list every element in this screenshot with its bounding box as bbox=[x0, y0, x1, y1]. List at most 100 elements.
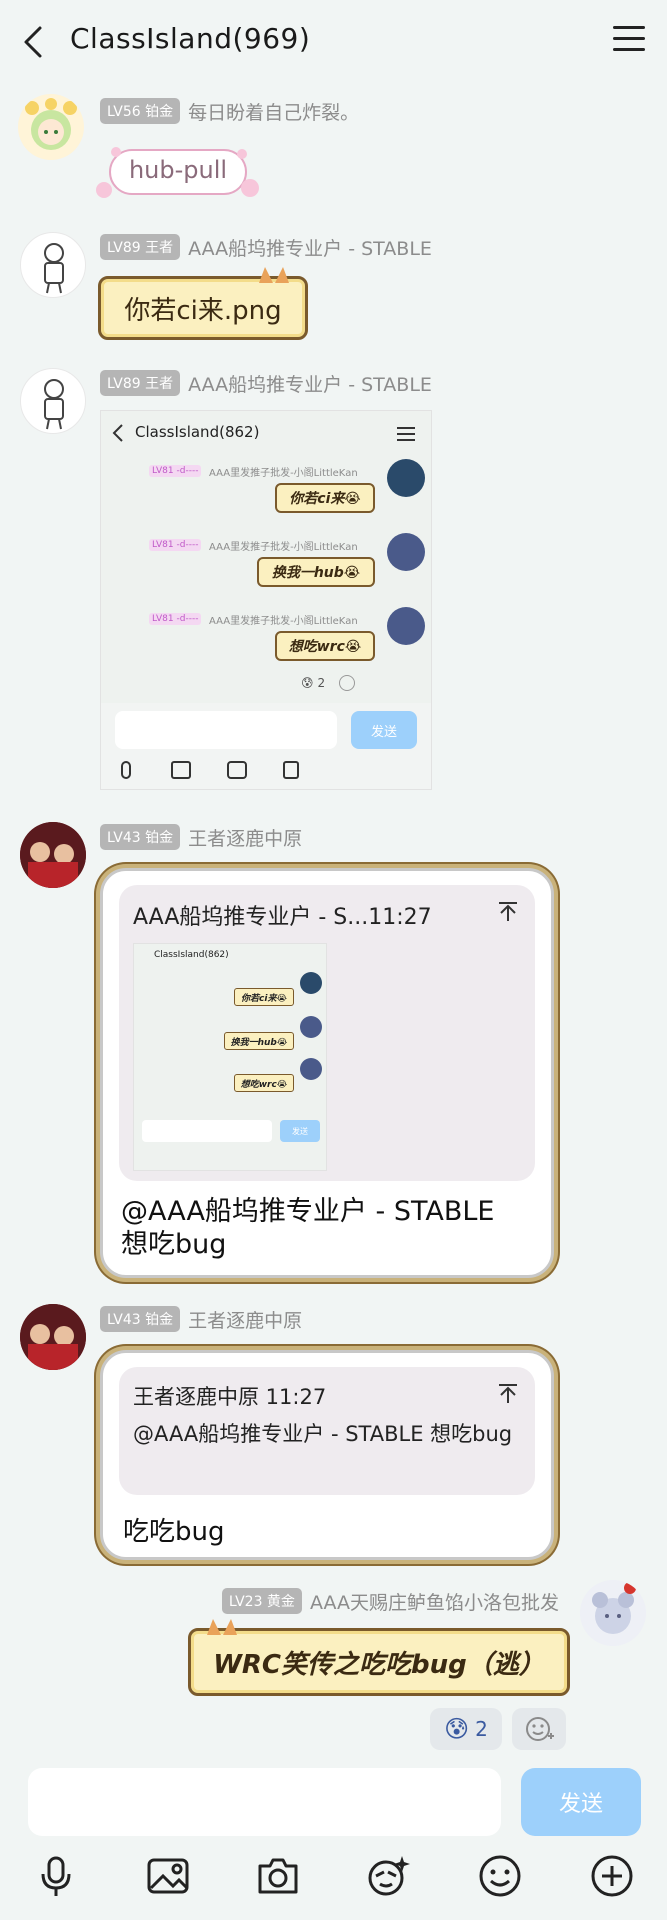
reaction-count: 2 bbox=[475, 1717, 488, 1741]
sender-meta: LV56 铂金 每日盼着自己炸裂。 bbox=[100, 98, 359, 124]
menu-icon bbox=[397, 427, 415, 441]
emoji-icon[interactable] bbox=[476, 1852, 524, 1900]
reply-bubble[interactable]: AAA船坞推专业户 - S...11:27 ClassIsland(862) 你… bbox=[100, 868, 554, 1278]
message-bubble[interactable]: 你若ci来.png bbox=[98, 267, 308, 340]
level-badge: LV89 王者 bbox=[100, 370, 181, 396]
reaction-count: 2 bbox=[317, 676, 326, 690]
message-bubble: 你若ci来😭 bbox=[234, 988, 294, 1006]
level-badge: LV43 铂金 bbox=[100, 1306, 181, 1332]
emoji-icon: 😰 bbox=[301, 676, 314, 690]
message-bubble: 换我一hub😭 bbox=[224, 1032, 294, 1050]
level-badge: LV81 -d---- bbox=[149, 539, 202, 551]
avatar bbox=[387, 607, 425, 645]
level-badge: LV23 黄金 bbox=[221, 1588, 302, 1614]
avatar[interactable] bbox=[18, 94, 84, 160]
input-box bbox=[115, 711, 337, 749]
message-bubble: 你若ci来😭 bbox=[275, 483, 375, 513]
sender-name: AAA里发推子批发-小阁LittleKan bbox=[209, 468, 358, 479]
send-button[interactable]: 发送 bbox=[521, 1768, 641, 1836]
add-reaction-icon bbox=[339, 675, 356, 691]
bubble-text: 你若ci来.png bbox=[124, 295, 282, 326]
plus-icon[interactable] bbox=[588, 1852, 636, 1900]
red-packet-icon bbox=[283, 761, 299, 779]
sender-name: AAA船坞推专业户 - STABLE bbox=[188, 373, 432, 396]
sender-name: AAA天赐庄鲈鱼馅小洛包批发 bbox=[309, 1591, 559, 1614]
jump-to-top-icon[interactable] bbox=[497, 1383, 519, 1405]
camera-icon[interactable] bbox=[254, 1852, 302, 1900]
screenshot-input-bar: 发送 bbox=[101, 703, 431, 789]
reply-bubble[interactable]: 王者逐鹿中原 11:27 @AAA船坞推专业户 - STABLE 想吃bug 吃… bbox=[100, 1350, 554, 1560]
magic-face-icon[interactable] bbox=[364, 1852, 412, 1900]
avatar[interactable] bbox=[20, 368, 86, 434]
quoted-message[interactable]: AAA船坞推专业户 - S...11:27 ClassIsland(862) 你… bbox=[119, 885, 535, 1181]
level-badge: LV81 -d---- bbox=[149, 613, 202, 625]
reply-text: 吃吃bug bbox=[123, 1517, 225, 1547]
bubble-text: WRC笑传之吃吃bug（逃） bbox=[213, 1649, 545, 1680]
avatar bbox=[387, 459, 425, 497]
reply-text: @AAA船坞推专业户 - STABLE 想吃bug bbox=[121, 1196, 495, 1260]
chat-title: ClassIsland(969) bbox=[70, 22, 311, 55]
sticker[interactable]: hub-pull bbox=[92, 144, 264, 204]
avatar bbox=[300, 1016, 322, 1038]
quote-text: @AAA船坞推专业户 - STABLE 想吃bug bbox=[133, 1422, 513, 1446]
quoted-message[interactable]: 王者逐鹿中原 11:27 @AAA船坞推专业户 - STABLE 想吃bug bbox=[119, 1367, 535, 1495]
mic-icon bbox=[121, 761, 131, 779]
fearful-face-icon: 😰 bbox=[444, 1715, 470, 1743]
sender-meta: LV23 黄金 AAA天赐庄鲈鱼馅小洛包批发 bbox=[221, 1588, 559, 1614]
sender-meta: LV43 铂金 王者逐鹿中原 bbox=[100, 824, 302, 850]
cat-ears-icon bbox=[207, 1619, 237, 1635]
sender-name: 每日盼着自己炸裂。 bbox=[188, 101, 360, 124]
back-arrow-icon bbox=[112, 424, 123, 442]
level-badge: LV89 王者 bbox=[100, 234, 181, 260]
send-button: 发送 bbox=[351, 711, 417, 749]
sender-meta: LV89 王者 AAA船坞推专业户 - STABLE bbox=[100, 370, 432, 396]
chat-header: ClassIsland(969) bbox=[0, 0, 667, 84]
quote-header: AAA船坞推专业户 - S...11:27 bbox=[133, 905, 432, 930]
sender-name: 王者逐鹿中原 bbox=[188, 827, 303, 850]
image-icon[interactable] bbox=[144, 1852, 192, 1900]
sender-name: AAA里发推子批发-小阁LittleKan bbox=[209, 542, 358, 553]
screenshot-row: LV81 -d---- AAA里发推子批发-小阁LittleKan 想吃wrc😭 bbox=[101, 607, 431, 671]
sender-meta: LV89 王者 AAA船坞推专业户 - STABLE bbox=[100, 234, 432, 260]
menu-icon[interactable] bbox=[613, 26, 645, 56]
avatar bbox=[300, 972, 322, 994]
sticker-text: hub-pull bbox=[128, 156, 228, 184]
image-icon bbox=[171, 761, 191, 779]
reaction-chip: 😰 2 bbox=[301, 675, 356, 691]
send-button: 发送 bbox=[280, 1120, 320, 1142]
screenshot-title: ClassIsland(862) bbox=[154, 950, 229, 960]
input-box bbox=[142, 1120, 272, 1142]
add-reaction-button[interactable] bbox=[512, 1708, 566, 1750]
message-bubble: 想吃wrc😭 bbox=[234, 1074, 294, 1092]
avatar[interactable] bbox=[580, 1580, 646, 1646]
avatar[interactable] bbox=[20, 232, 86, 298]
avatar[interactable] bbox=[20, 1304, 86, 1370]
screenshot-row: LV81 -d---- AAA里发推子批发-小阁LittleKan 换我一hub… bbox=[101, 533, 431, 597]
sender-name: 王者逐鹿中原 bbox=[188, 1309, 303, 1332]
message-bubble[interactable]: WRC笑传之吃吃bug（逃） bbox=[188, 1619, 570, 1696]
quote-header: 王者逐鹿中原 11:27 bbox=[133, 1385, 327, 1409]
input-bar: 发送 bbox=[0, 1756, 667, 1920]
screenshot-row: LV81 -d---- AAA里发推子批发-小阁LittleKan 你若ci来😭 bbox=[101, 459, 431, 523]
avatar[interactable] bbox=[20, 822, 86, 888]
add-reaction-icon bbox=[526, 1717, 554, 1741]
level-badge: LV56 铂金 bbox=[100, 98, 181, 124]
jump-to-top-icon[interactable] bbox=[497, 901, 519, 923]
level-badge: LV43 铂金 bbox=[100, 824, 181, 850]
camera-icon bbox=[227, 761, 247, 779]
screenshot-title: ClassIsland(862) bbox=[135, 423, 260, 441]
message-bubble: 换我一hub😭 bbox=[257, 557, 375, 587]
back-arrow-icon[interactable] bbox=[18, 22, 48, 62]
sender-name: AAA船坞推专业户 - STABLE bbox=[188, 237, 432, 260]
image-message[interactable]: ClassIsland(862) LV81 -d---- AAA里发推子批发-小… bbox=[100, 410, 432, 790]
message-bubble: 想吃wrc😭 bbox=[275, 631, 375, 661]
sender-name: AAA里发推子批发-小阁LittleKan bbox=[209, 616, 358, 627]
cat-ears-icon bbox=[259, 267, 289, 283]
avatar bbox=[300, 1058, 322, 1080]
microphone-icon[interactable] bbox=[32, 1852, 80, 1900]
quoted-image[interactable]: ClassIsland(862) 你若ci来😭 换我一hub😭 想吃wrc😭 发… bbox=[133, 943, 327, 1171]
reaction-chip[interactable]: 😰 2 bbox=[430, 1708, 502, 1750]
message-input[interactable] bbox=[28, 1768, 501, 1836]
sender-meta: LV43 铂金 王者逐鹿中原 bbox=[100, 1306, 302, 1332]
level-badge: LV81 -d---- bbox=[149, 465, 202, 477]
